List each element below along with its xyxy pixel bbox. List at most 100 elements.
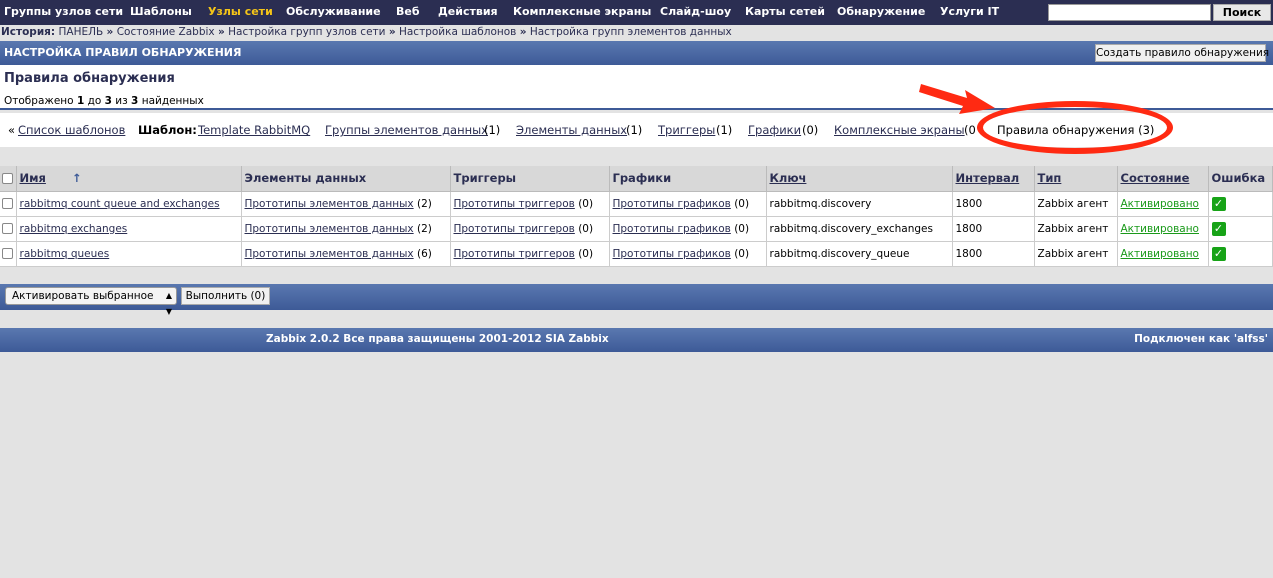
tab-item-groups-count: (1) (484, 123, 501, 137)
column-status[interactable]: Состояние (1117, 166, 1209, 192)
menu-maps[interactable]: Карты сетей (745, 5, 825, 18)
menu-slideshows[interactable]: Слайд-шоу (660, 5, 731, 18)
row-checkbox[interactable] (2, 223, 13, 234)
discovery-rules-table: Имя ↑ Элементы данных Триггеры Графики К… (0, 166, 1273, 267)
row-checkbox[interactable] (2, 198, 13, 209)
select-all-header[interactable] (0, 166, 17, 192)
search-input[interactable] (1048, 4, 1211, 21)
footer-copyright: Zabbix 2.0.2 Все права защищены 2001-201… (266, 333, 609, 345)
history-separator: » (106, 26, 114, 38)
menu-actions[interactable]: Действия (438, 5, 498, 18)
history-separator: » (519, 26, 527, 38)
item-prototypes-count: (2) (416, 197, 432, 210)
trigger-prototypes-count: (0) (578, 247, 594, 260)
tab-item-groups[interactable]: Группы элементов данных (325, 123, 488, 137)
records-count: Отображено 1 до 3 из 3 найденных (4, 95, 204, 107)
column-key[interactable]: Ключ (766, 166, 953, 192)
history-link-applications[interactable]: Настройка групп элементов данных (530, 26, 732, 38)
item-prototypes-link[interactable]: Прототипы элементов данных (245, 248, 414, 260)
menu-it-services[interactable]: Услуги IT (940, 5, 999, 18)
menu-screens[interactable]: Комплексные экраны (513, 5, 651, 18)
rule-type: Zabbix агент (1034, 216, 1118, 242)
history-separator: » (388, 26, 396, 38)
create-discovery-rule-button[interactable]: Создать правило обнаружения (1095, 44, 1269, 62)
tab-triggers[interactable]: Триггеры (658, 123, 715, 137)
rule-status-link[interactable]: Активировано (1121, 223, 1199, 235)
ok-check-icon: ✓ (1211, 221, 1226, 236)
column-items: Элементы данных (241, 166, 451, 192)
item-prototypes-count: (2) (416, 222, 432, 235)
page-header-title: НАСТРОЙКА ПРАВИЛ ОБНАРУЖЕНИЯ (4, 46, 242, 59)
select-arrows-icon: ▲ ▼ (165, 291, 172, 316)
tab-graphs-count: (0) (802, 123, 819, 137)
mass-action-bar: Активировать выбранное ▲ ▼ Выполнить (0) (0, 284, 1273, 316)
menu-templates[interactable]: Шаблоны (130, 5, 192, 18)
column-type[interactable]: Тип (1034, 166, 1118, 192)
count-of-word: из (115, 95, 128, 107)
graph-prototypes-link[interactable]: Прототипы графиков (613, 223, 731, 235)
search-button[interactable]: Поиск (1213, 4, 1271, 21)
select-all-checkbox[interactable] (2, 173, 13, 185)
table-row: rabbitmq exchanges Прототипы элементов д… (0, 216, 1273, 242)
page-header: НАСТРОЙКА ПРАВИЛ ОБНАРУЖЕНИЯ Создать пра… (0, 41, 1273, 65)
history-link-dashboard[interactable]: ПАНЕЛЬ (58, 26, 103, 38)
item-prototypes-count: (6) (416, 247, 432, 260)
graph-prototypes-count: (0) (734, 197, 750, 210)
template-list-link[interactable]: Список шаблонов (18, 123, 125, 137)
breadcrumb: История: ПАНЕЛЬ » Состояние Zabbix » Нас… (0, 25, 1273, 40)
count-total: 3 (131, 95, 139, 107)
graph-prototypes-count: (0) (734, 247, 750, 260)
top-menu: Группы узлов сети Шаблоны Узлы сети Обсл… (0, 0, 1273, 25)
history-link-status[interactable]: Состояние Zabbix (117, 26, 215, 38)
tab-screens-count: (0 (964, 123, 976, 137)
graph-prototypes-link[interactable]: Прототипы графиков (613, 198, 731, 210)
count-found-word: найденных (141, 95, 204, 107)
menu-host-groups[interactable]: Группы узлов сети (4, 5, 123, 18)
item-prototypes-link[interactable]: Прототипы элементов данных (245, 198, 414, 210)
rule-name-link[interactable]: rabbitmq queues (20, 248, 110, 260)
trigger-prototypes-count: (0) (578, 222, 594, 235)
column-graphs: Графики (609, 166, 767, 192)
menu-discovery[interactable]: Обнаружение (837, 5, 925, 18)
rule-interval: 1800 (952, 241, 1035, 267)
menu-hosts[interactable]: Узлы сети (208, 5, 273, 18)
column-triggers: Триггеры (450, 166, 610, 192)
tab-items[interactable]: Элементы данных (516, 123, 627, 137)
rule-interval: 1800 (952, 191, 1035, 217)
tab-items-count: (1) (626, 123, 643, 137)
item-prototypes-link[interactable]: Прототипы элементов данных (245, 223, 414, 235)
table-header-row: Имя ↑ Элементы данных Триггеры Графики К… (0, 166, 1273, 192)
menu-maintenance[interactable]: Обслуживание (286, 5, 381, 18)
trigger-prototypes-link[interactable]: Прототипы триггеров (454, 248, 575, 260)
mass-action-select[interactable]: Активировать выбранное ▲ ▼ (5, 287, 177, 316)
rule-name-link[interactable]: rabbitmq exchanges (20, 223, 128, 235)
column-name[interactable]: Имя ↑ (16, 166, 242, 192)
rule-status-link[interactable]: Активировано (1121, 198, 1199, 210)
history-label: История: (1, 26, 56, 38)
trigger-prototypes-link[interactable]: Прототипы триггеров (454, 198, 575, 210)
menu-web[interactable]: Веб (396, 5, 420, 18)
history-link-templates[interactable]: Настройка шаблонов (399, 26, 516, 38)
count-from: 1 (76, 95, 85, 107)
execute-button[interactable]: Выполнить (0) (181, 287, 270, 305)
trigger-prototypes-link[interactable]: Прототипы триггеров (454, 223, 575, 235)
history-separator: » (218, 26, 225, 38)
tab-screens[interactable]: Комплексные экраны (834, 123, 965, 137)
graph-prototypes-link[interactable]: Прототипы графиков (613, 248, 731, 260)
template-label: Шаблон: (138, 123, 197, 137)
table-row: rabbitmq count queue and exchanges Прото… (0, 191, 1273, 217)
column-error: Ошибка (1208, 166, 1273, 192)
count-to-word: до (87, 95, 102, 107)
column-interval[interactable]: Интервал (952, 166, 1035, 192)
tab-graphs[interactable]: Графики (748, 123, 801, 137)
rule-name-link[interactable]: rabbitmq count queue and exchanges (20, 198, 220, 210)
template-name-link[interactable]: Template RabbitMQ (198, 123, 310, 137)
row-checkbox[interactable] (2, 248, 13, 259)
rule-key: rabbitmq.discovery (766, 191, 953, 217)
sort-asc-icon: ↑ (71, 171, 82, 186)
mass-action-selected-value: Активировать выбранное (12, 290, 154, 302)
rule-status-link[interactable]: Активировано (1121, 248, 1199, 260)
history-link-host-groups[interactable]: Настройка групп узлов сети (228, 26, 385, 38)
count-prefix: Отображено (4, 95, 74, 107)
footer: Zabbix 2.0.2 Все права защищены 2001-201… (0, 328, 1273, 352)
